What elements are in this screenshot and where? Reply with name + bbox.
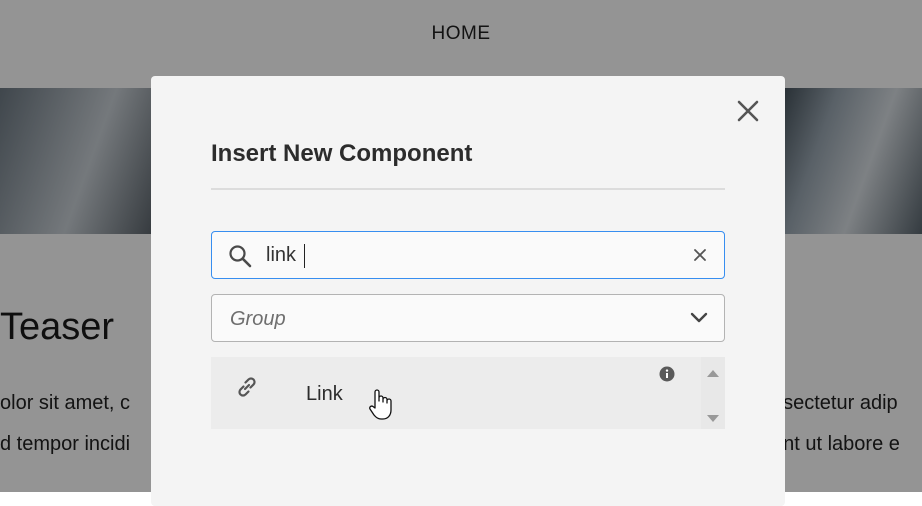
close-icon[interactable]	[735, 98, 761, 124]
scroll-up-arrow-icon[interactable]	[706, 365, 720, 377]
component-search-field[interactable]	[211, 231, 725, 279]
info-icon[interactable]	[659, 366, 675, 382]
scroll-down-arrow-icon[interactable]	[706, 411, 720, 422]
list-item-label: Link	[306, 383, 343, 405]
text-cursor	[304, 244, 305, 268]
search-icon	[228, 244, 252, 268]
group-select-value: Group	[230, 308, 286, 330]
title-divider	[211, 188, 725, 190]
list-item[interactable]: Link	[211, 357, 701, 429]
search-input[interactable]	[266, 242, 666, 268]
clear-search-icon[interactable]	[693, 248, 707, 262]
hand-pointer-icon	[366, 387, 394, 421]
chevron-down-icon	[690, 311, 708, 325]
component-results-list[interactable]: Link	[211, 357, 725, 429]
group-select[interactable]: Group	[211, 294, 725, 342]
dialog-title: Insert New Component	[211, 140, 473, 167]
insert-component-dialog: Insert New Component Group	[151, 76, 785, 506]
link-icon	[233, 373, 261, 401]
